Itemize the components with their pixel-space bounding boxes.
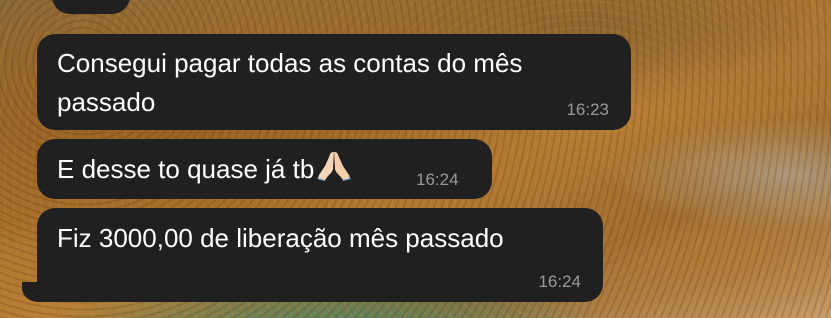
message-timestamp: 16:24: [538, 272, 581, 291]
message-text: E desse to quase já tb: [57, 154, 315, 184]
message-timestamp: 16:24: [416, 170, 459, 189]
message-bubble[interactable]: Consegui pagar todas as contas do mês pa…: [37, 34, 631, 130]
folded-hands-icon: [317, 152, 352, 181]
message-bubble[interactable]: E desse to quase já tb 16:24: [37, 139, 492, 199]
message-text-wrapper: E desse to quase já tb: [57, 150, 352, 188]
message-timestamp: 16:23: [566, 100, 609, 119]
message-text: Consegui pagar todas as contas do mês pa…: [57, 48, 523, 117]
message-bubble[interactable]: Fiz 3000,00 de liberação mês passado 16:…: [37, 208, 603, 302]
message-text: Fiz 3000,00 de liberação mês passado: [57, 223, 504, 253]
previous-message-bubble[interactable]: [52, 0, 130, 14]
